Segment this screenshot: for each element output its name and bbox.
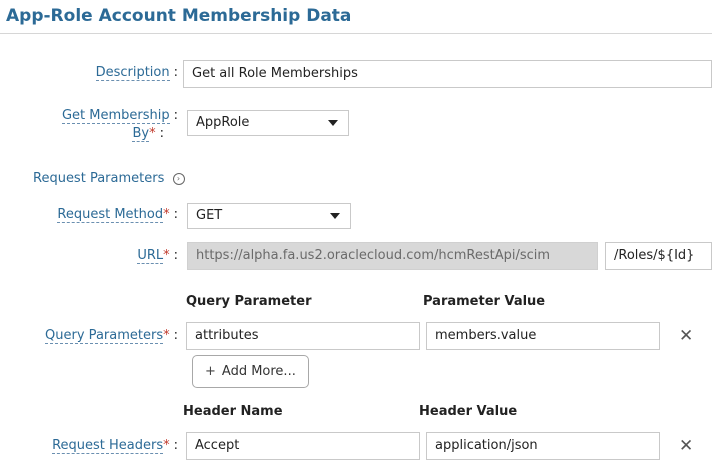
chevron-down-icon [328,120,338,126]
request-headers-label: Request Headers*: [52,438,178,454]
parameter-value-input[interactable]: members.value [426,322,660,350]
close-icon[interactable]: ✕ [679,327,693,345]
description-label-text[interactable]: Description [95,65,170,81]
query-parameters-label-text[interactable]: Query Parameters [45,328,164,344]
description-label: Description: [95,65,178,81]
url-base-field: https://alpha.fa.us2.oraclecloud.com/hcm… [187,242,598,270]
query-parameters-label: Query Parameters*: [45,328,178,344]
chevron-circle-icon[interactable]: › [172,172,185,185]
request-parameters-label: Request Parameters [33,171,165,186]
header-value-input[interactable]: application/json [426,432,660,460]
query-parameter-input[interactable]: attributes [186,322,420,350]
request-parameters-section[interactable]: Request Parameters › [33,171,185,186]
header-value-column-header: Header Value [419,404,518,419]
title-divider [0,33,712,34]
add-more-label: Add More... [221,364,296,379]
get-membership-by-value: AppRole [196,115,250,130]
header-name-input[interactable]: Accept [186,432,420,460]
get-membership-by-label: Get Membership: By*: [61,108,178,142]
add-more-button[interactable]: + Add More... [192,355,309,388]
url-label-text[interactable]: URL [137,248,164,264]
get-membership-by-label-line2[interactable]: By [132,126,150,142]
request-method-label: Request Method*: [57,207,178,223]
request-method-label-text[interactable]: Request Method [57,207,164,223]
description-input[interactable]: Get all Role Memberships [183,60,712,88]
chevron-down-icon [330,213,340,219]
parameter-value-column-header: Parameter Value [423,294,546,309]
query-parameter-column-header: Query Parameter [186,294,312,309]
get-membership-by-label-line1[interactable]: Get Membership [61,108,170,124]
url-path-input[interactable]: /Roles/${Id} [605,242,712,270]
required-marker: * [149,126,156,141]
url-label: URL*: [137,248,178,264]
get-membership-by-select[interactable]: AppRole [187,110,349,136]
close-icon[interactable]: ✕ [679,437,693,455]
header-name-column-header: Header Name [183,404,283,419]
request-method-value: GET [196,208,223,223]
colon: : [173,65,178,80]
request-headers-label-text[interactable]: Request Headers [52,438,164,454]
plus-icon: + [205,364,216,379]
request-method-select[interactable]: GET [187,203,351,229]
page-title: App-Role Account Membership Data [6,6,352,26]
